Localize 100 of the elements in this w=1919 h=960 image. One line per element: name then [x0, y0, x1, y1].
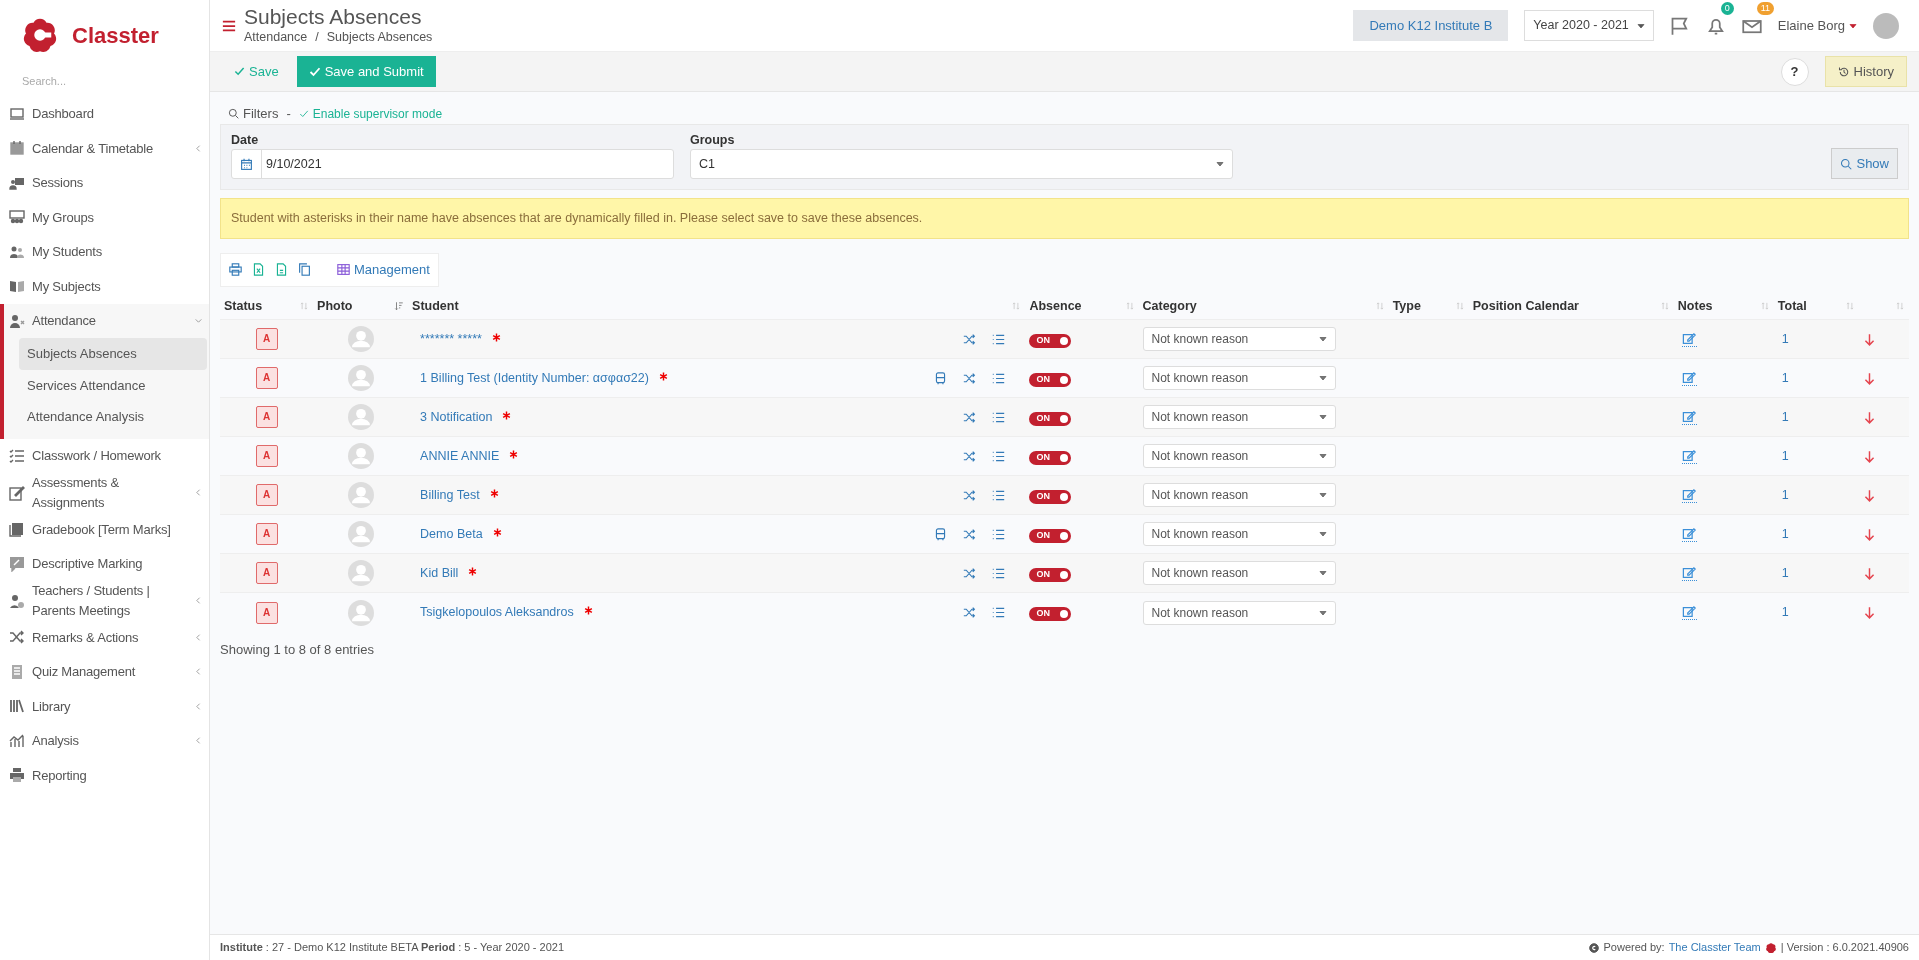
- sidebar-item[interactable]: Descriptive Marking: [0, 546, 209, 581]
- column-header[interactable]: Notes: [1677, 296, 1713, 316]
- spreadsheet-icon[interactable]: [252, 263, 265, 277]
- bus-icon[interactable]: [934, 371, 948, 385]
- sidebar-item[interactable]: Dashboard: [0, 96, 209, 131]
- absence-toggle[interactable]: ON: [1029, 333, 1072, 348]
- arrow-down-icon[interactable]: [1862, 449, 1876, 464]
- arrow-down-icon[interactable]: [1862, 488, 1876, 503]
- edit-icon[interactable]: [1681, 605, 1697, 621]
- sidebar-item[interactable]: Library: [0, 689, 209, 724]
- shuffle-icon[interactable]: [963, 410, 977, 424]
- category-dropdown[interactable]: Not known reason: [1142, 366, 1336, 391]
- arrow-down-icon[interactable]: [1862, 371, 1876, 386]
- column-header[interactable]: Position Calendar: [1472, 296, 1579, 316]
- shuffle-icon[interactable]: [963, 449, 977, 463]
- list-icon[interactable]: [992, 606, 1006, 619]
- absence-toggle[interactable]: ON: [1029, 372, 1072, 387]
- student-link[interactable]: ******* *****: [420, 329, 482, 349]
- date-field[interactable]: 9/10/2021: [231, 149, 674, 180]
- edit-icon[interactable]: [1681, 449, 1697, 465]
- category-dropdown[interactable]: Not known reason: [1142, 405, 1336, 430]
- list-icon[interactable]: [992, 371, 1006, 385]
- column-header[interactable]: Total: [1777, 296, 1807, 316]
- sidebar-item[interactable]: Analysis: [0, 723, 209, 758]
- sorted-icon[interactable]: [394, 300, 405, 311]
- year-dropdown[interactable]: Year 2020 - 2021: [1524, 10, 1654, 41]
- student-link[interactable]: Billing Test: [420, 485, 480, 505]
- sidebar-subitem[interactable]: Subjects Absences: [19, 338, 207, 370]
- absence-toggle[interactable]: ON: [1029, 528, 1072, 543]
- document-icon[interactable]: [275, 263, 288, 277]
- column-header[interactable]: Category: [1142, 296, 1197, 316]
- sidebar-item[interactable]: Remarks & Actions: [0, 620, 209, 655]
- shuffle-icon[interactable]: [963, 606, 977, 619]
- edit-icon[interactable]: [1681, 332, 1697, 348]
- groups-dropdown[interactable]: C1: [690, 149, 1233, 180]
- sidebar-item[interactable]: Teachers / Students | Parents Meetings: [0, 581, 209, 620]
- student-link[interactable]: Demo Beta: [420, 524, 483, 544]
- sidebar-item[interactable]: Assessments & Assignments: [0, 473, 209, 512]
- student-link[interactable]: ANNIE ANNIE: [420, 446, 500, 466]
- absence-toggle[interactable]: ON: [1029, 606, 1072, 621]
- student-link[interactable]: Tsigkelopoulos Aleksandros: [420, 603, 574, 622]
- menu-icon[interactable]: [222, 18, 236, 33]
- sidebar-item[interactable]: Quiz Management: [0, 654, 209, 689]
- arrow-down-icon[interactable]: [1862, 605, 1876, 620]
- search-field[interactable]: Search...: [20, 72, 180, 91]
- edit-icon[interactable]: [1681, 527, 1697, 543]
- list-icon[interactable]: [992, 527, 1006, 541]
- shuffle-icon[interactable]: [963, 371, 977, 385]
- sidebar-item[interactable]: Reporting: [0, 758, 209, 793]
- category-dropdown[interactable]: Not known reason: [1142, 522, 1336, 547]
- shuffle-icon[interactable]: [963, 332, 977, 346]
- copy-icon[interactable]: [298, 263, 311, 277]
- list-icon[interactable]: [992, 566, 1006, 580]
- list-icon[interactable]: [992, 410, 1006, 424]
- bus-icon[interactable]: [934, 527, 948, 541]
- column-header[interactable]: Absence: [1029, 296, 1082, 316]
- edit-icon[interactable]: [1681, 566, 1697, 582]
- edit-icon[interactable]: [1681, 488, 1697, 504]
- sidebar-item[interactable]: Calendar & Timetable: [0, 131, 209, 166]
- team-link[interactable]: The Classter Team: [1668, 939, 1761, 956]
- sidebar-item[interactable]: My Students: [0, 234, 209, 269]
- breadcrumb-item[interactable]: Attendance: [244, 27, 308, 47]
- edit-icon[interactable]: [1681, 410, 1697, 426]
- sidebar-item[interactable]: Attendance: [4, 303, 209, 338]
- absence-toggle[interactable]: ON: [1029, 567, 1072, 582]
- student-link[interactable]: 1 Billing Test (Identity Number: ασφασ22): [420, 368, 649, 388]
- category-dropdown[interactable]: Not known reason: [1142, 444, 1336, 469]
- sidebar-item[interactable]: My Groups: [0, 200, 209, 235]
- absence-toggle[interactable]: ON: [1029, 489, 1072, 504]
- arrow-down-icon[interactable]: [1862, 410, 1876, 425]
- sidebar-item[interactable]: Gradebook [Term Marks]: [0, 512, 209, 547]
- column-header[interactable]: Student: [412, 296, 459, 316]
- shuffle-icon[interactable]: [963, 527, 977, 541]
- list-icon[interactable]: [992, 449, 1006, 463]
- history-button[interactable]: History: [1824, 55, 1907, 88]
- institute-button[interactable]: Demo K12 Institute B: [1353, 9, 1509, 42]
- sidebar-item[interactable]: Sessions: [0, 165, 209, 200]
- printer-icon[interactable]: [229, 263, 242, 277]
- absence-toggle[interactable]: ON: [1029, 450, 1072, 465]
- column-header[interactable]: Type: [1392, 296, 1421, 316]
- shuffle-icon[interactable]: [963, 488, 977, 502]
- flag-icon[interactable]: [1669, 15, 1690, 36]
- category-dropdown[interactable]: Not known reason: [1142, 327, 1336, 352]
- sidebar-subitem[interactable]: Services Attendance: [19, 369, 207, 401]
- help-button[interactable]: ?: [1780, 57, 1809, 86]
- student-link[interactable]: 3 Notification: [420, 407, 493, 427]
- shuffle-icon[interactable]: [963, 566, 977, 580]
- sidebar-item[interactable]: My Subjects: [0, 269, 209, 304]
- user-menu[interactable]: Elaine Borg: [1777, 15, 1857, 36]
- column-header[interactable]: Status: [224, 296, 263, 316]
- arrow-down-icon[interactable]: [1862, 566, 1876, 581]
- absence-toggle[interactable]: ON: [1029, 411, 1072, 426]
- column-header[interactable]: Photo: [317, 296, 353, 316]
- arrow-down-icon[interactable]: [1862, 527, 1876, 542]
- category-dropdown[interactable]: Not known reason: [1142, 561, 1336, 586]
- sidebar-item[interactable]: Classwork / Homework: [0, 438, 209, 473]
- sidebar-subitem[interactable]: Attendance Analysis: [19, 401, 207, 433]
- student-link[interactable]: Kid Bill: [420, 563, 459, 583]
- list-icon[interactable]: [992, 332, 1006, 346]
- category-dropdown[interactable]: Not known reason: [1142, 600, 1336, 625]
